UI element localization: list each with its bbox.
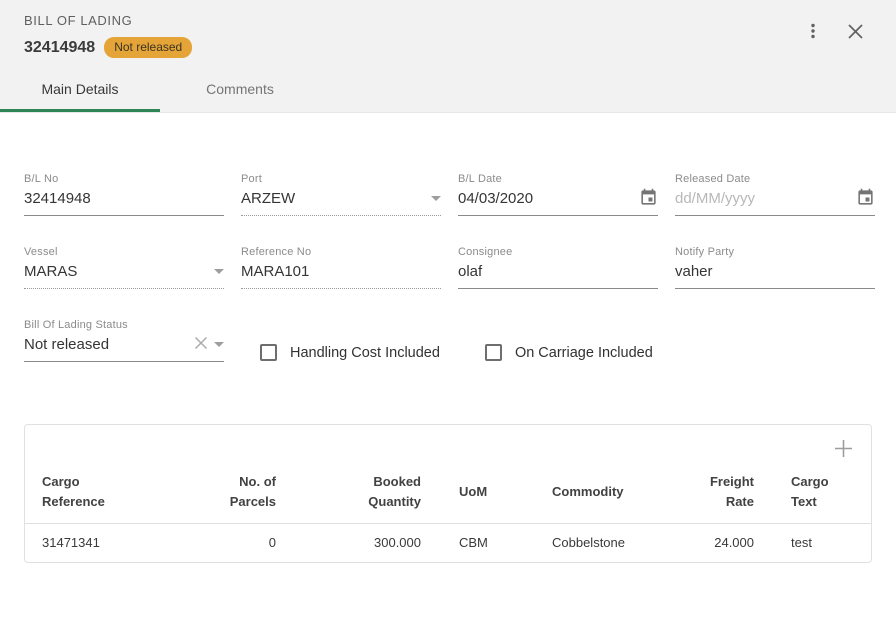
notify-party-input[interactable] — [675, 263, 875, 284]
reference-no-input[interactable] — [241, 263, 441, 284]
bl-no-input[interactable] — [24, 190, 224, 211]
col-no-of-parcels: No. of Parcels — [175, 461, 276, 523]
col-commodity: Commodity — [552, 461, 655, 523]
cell-cargo-reference: 31471341 — [25, 523, 175, 562]
calendar-icon — [856, 188, 875, 210]
page-title: BILL OF LADING — [24, 13, 872, 28]
chevron-down-icon[interactable] — [431, 196, 441, 201]
bol-status-clear-button[interactable] — [194, 336, 208, 353]
bl-date-label: B/L Date — [458, 173, 658, 185]
reference-no-label: Reference No — [241, 246, 441, 258]
cargo-table-header-row: Cargo Reference No. of Parcels Booked Qu… — [25, 461, 871, 523]
vessel-field[interactable]: Vessel MARAS — [24, 246, 224, 289]
col-freight-rate: Freight Rate — [655, 461, 754, 523]
consignee-label: Consignee — [458, 246, 658, 258]
port-label: Port — [241, 173, 441, 185]
bol-status-label: Bill Of Lading Status — [24, 319, 224, 331]
on-carriage-checkbox[interactable] — [485, 344, 502, 361]
bl-no-label: B/L No — [24, 173, 224, 185]
bl-date-input[interactable] — [458, 190, 633, 211]
cell-uom: CBM — [421, 523, 552, 562]
cell-booked-quantity: 300.000 — [276, 523, 421, 562]
col-booked-quantity: Booked Quantity — [276, 461, 421, 523]
add-cargo-button[interactable] — [832, 439, 855, 461]
bol-status-value[interactable]: Not released — [24, 336, 188, 357]
tab-main-details[interactable]: Main Details — [0, 70, 160, 112]
released-date-input[interactable] — [675, 190, 850, 211]
more-options-button[interactable] — [803, 20, 823, 45]
col-cargo-reference: Cargo Reference — [25, 461, 175, 523]
calendar-icon — [639, 188, 658, 210]
consignee-input[interactable] — [458, 263, 658, 284]
reference-no-field: Reference No — [241, 246, 441, 289]
status-badge: Not released — [104, 37, 192, 58]
cargo-card: Cargo Reference No. of Parcels Booked Qu… — [24, 424, 872, 563]
released-date-field: Released Date — [675, 173, 875, 216]
on-carriage-checkbox-item[interactable]: On Carriage Included — [485, 344, 653, 361]
handling-cost-checkbox[interactable] — [260, 344, 277, 361]
released-date-label: Released Date — [675, 173, 875, 185]
bl-no-field: B/L No — [24, 173, 224, 216]
bol-status-field[interactable]: Bill Of Lading Status Not released — [24, 319, 224, 362]
tab-bar: Main Details Comments — [0, 70, 896, 112]
vessel-value[interactable]: MARAS — [24, 263, 208, 284]
tab-comments[interactable]: Comments — [160, 70, 320, 112]
cell-cargo-text: test — [754, 523, 871, 562]
col-cargo-text: Cargo Text — [754, 461, 871, 523]
cell-freight-rate: 24.000 — [655, 523, 754, 562]
document-number: 32414948 — [24, 39, 95, 57]
chevron-down-icon[interactable] — [214, 342, 224, 347]
notify-party-field: Notify Party — [675, 246, 875, 289]
main-details-form: B/L No Port ARZEW B/L Date — [0, 113, 896, 362]
plus-icon — [834, 439, 853, 461]
close-icon — [847, 23, 864, 43]
port-field[interactable]: Port ARZEW — [241, 173, 441, 216]
cell-no-of-parcels: 0 — [175, 523, 276, 562]
handling-cost-checkbox-item[interactable]: Handling Cost Included — [260, 344, 440, 361]
col-uom: UoM — [421, 461, 552, 523]
bl-date-calendar-button[interactable] — [639, 188, 658, 210]
handling-cost-checkbox-label[interactable]: Handling Cost Included — [290, 345, 440, 361]
close-button[interactable] — [845, 21, 866, 45]
dialog-header: BILL OF LADING 32414948 Not released Mai… — [0, 0, 896, 113]
notify-party-label: Notify Party — [675, 246, 875, 258]
cargo-table: Cargo Reference No. of Parcels Booked Qu… — [25, 461, 871, 562]
vessel-label: Vessel — [24, 246, 224, 258]
port-value[interactable]: ARZEW — [241, 190, 425, 211]
chevron-down-icon[interactable] — [214, 269, 224, 274]
kebab-menu-icon — [805, 22, 821, 43]
cargo-table-row[interactable]: 31471341 0 300.000 CBM Cobbelstone 24.00… — [25, 523, 871, 562]
bl-date-field: B/L Date — [458, 173, 658, 216]
clear-x-icon — [194, 336, 208, 353]
on-carriage-checkbox-label[interactable]: On Carriage Included — [515, 345, 653, 361]
cell-commodity: Cobbelstone — [552, 523, 655, 562]
released-date-calendar-button[interactable] — [856, 188, 875, 210]
consignee-field: Consignee — [458, 246, 658, 289]
